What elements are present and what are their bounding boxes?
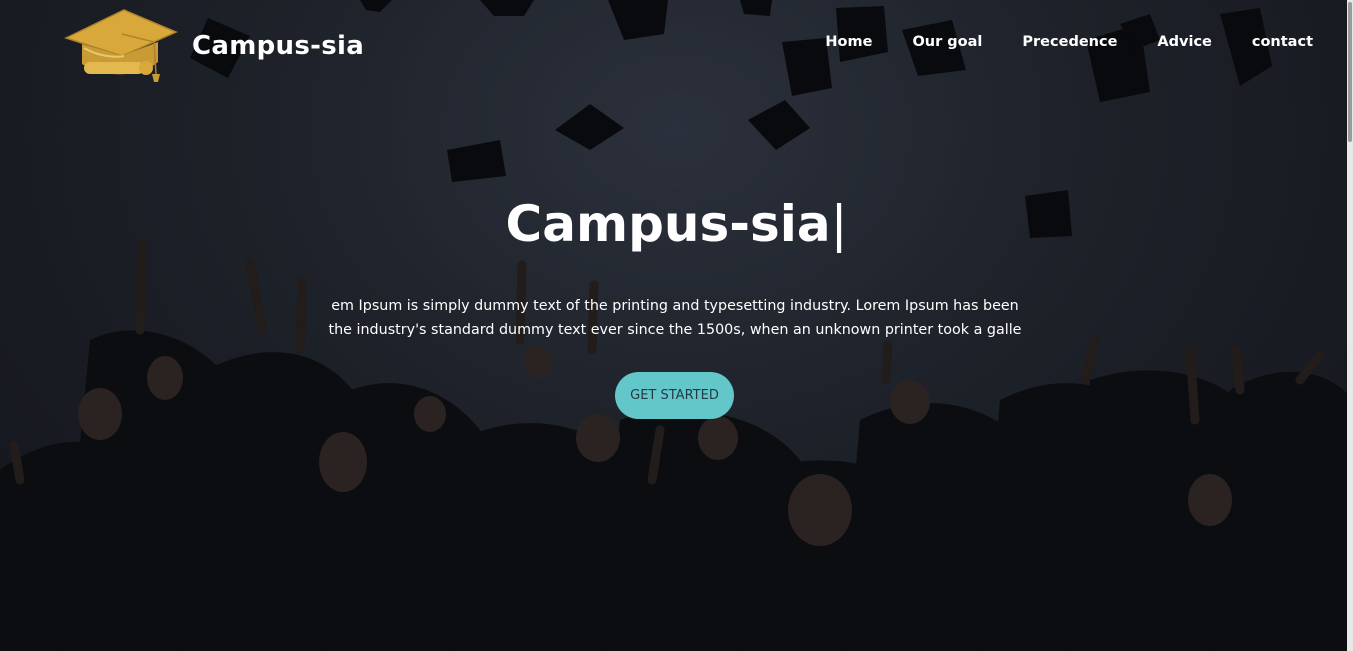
hero-headline: Campus-sia|: [0, 195, 1353, 253]
hero-description: em Ipsum is simply dummy text of the pri…: [320, 294, 1030, 342]
nav-our-goal[interactable]: Our goal: [912, 34, 982, 50]
nav-precedence[interactable]: Precedence: [1022, 34, 1117, 50]
brand-name[interactable]: Campus-sia: [192, 31, 364, 61]
nav-contact[interactable]: contact: [1252, 34, 1313, 50]
headline-text: Campus-sia: [505, 195, 831, 253]
get-started-button[interactable]: GET STARTED: [615, 372, 734, 419]
main-nav: Home Our goal Precedence Advice contact: [785, 34, 1313, 50]
description-line-2: the industry's standard dummy text ever …: [328, 322, 1022, 338]
typing-cursor: |: [830, 195, 848, 253]
description-line-1: em Ipsum is simply dummy text of the pri…: [331, 298, 1019, 314]
scrollbar-thumb[interactable]: [1348, 2, 1352, 142]
brand[interactable]: Campus-sia: [62, 8, 364, 84]
graduation-cap-icon: [63, 9, 178, 82]
nav-advice[interactable]: Advice: [1157, 34, 1211, 50]
page-scrollbar[interactable]: [1347, 0, 1353, 651]
nav-home[interactable]: Home: [825, 34, 872, 50]
